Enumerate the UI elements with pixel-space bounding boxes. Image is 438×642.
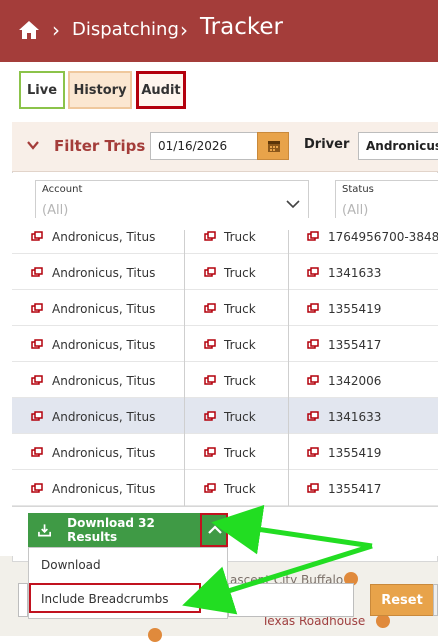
reset-button[interactable]: Reset: [370, 584, 434, 616]
home-icon[interactable]: [18, 19, 40, 41]
trip-cell: 1355417: [328, 482, 382, 496]
vehicle-cell: Truck: [224, 446, 256, 460]
trip-cell: 1355419: [328, 302, 382, 316]
account-select-label: Account: [42, 184, 83, 195]
copy-icon[interactable]: [204, 231, 216, 241]
copy-icon[interactable]: [307, 483, 319, 493]
chevron-up-icon: [208, 525, 222, 534]
copy-icon[interactable]: [307, 411, 319, 421]
search-input[interactable]: [18, 583, 28, 617]
trip-cell: 1355419: [328, 446, 382, 460]
calendar-button[interactable]: [257, 132, 289, 160]
vehicle-cell: Truck: [224, 230, 256, 244]
driver-label: Driver: [304, 137, 350, 152]
copy-icon[interactable]: [204, 483, 216, 493]
restaurant-pin-icon[interactable]: [148, 628, 162, 642]
trip-cell: 1355417: [328, 338, 382, 352]
status-select-label: Status: [342, 184, 374, 195]
copy-icon[interactable]: [204, 411, 216, 421]
copy-icon[interactable]: [31, 303, 43, 313]
driver-cell: Andronicus, Titus: [52, 446, 156, 460]
download-results-label: Download 32 Results: [67, 516, 155, 544]
vehicle-cell: Truck: [224, 302, 256, 316]
copy-icon[interactable]: [204, 267, 216, 277]
copy-icon[interactable]: [204, 447, 216, 457]
vehicle-cell: Truck: [224, 482, 256, 496]
breadcrumb-dispatching[interactable]: Dispatching: [72, 19, 179, 40]
date-field[interactable]: 01/16/2026: [150, 132, 258, 160]
driver-cell: Andronicus, Titus: [52, 410, 156, 424]
copy-icon[interactable]: [31, 231, 43, 241]
app-header: › Dispatching › Tracker: [0, 0, 438, 62]
tab-live[interactable]: Live: [19, 71, 65, 109]
driver-cell: Andronicus, Titus: [52, 230, 156, 244]
download-icon: [38, 524, 52, 537]
trip-cell: 1764956700-3848: [328, 230, 438, 244]
breadcrumb-separator-icon: ›: [180, 18, 188, 42]
column-divider: [288, 230, 289, 506]
tab-audit[interactable]: Audit: [136, 71, 186, 109]
calendar-icon: [268, 141, 280, 152]
vehicle-cell: Truck: [224, 410, 256, 424]
trip-cell: 1341633: [328, 266, 382, 280]
menu-item-download[interactable]: Download: [41, 558, 101, 572]
copy-icon[interactable]: [31, 483, 43, 493]
copy-icon[interactable]: [31, 375, 43, 385]
breadcrumb-separator-icon: ›: [52, 18, 60, 42]
chevron-down-icon: [286, 200, 300, 209]
download-options-toggle[interactable]: [200, 513, 228, 547]
driver-cell: Andronicus, Titus: [52, 266, 156, 280]
page-title: Tracker: [200, 14, 283, 40]
copy-icon[interactable]: [31, 447, 43, 457]
download-results-button[interactable]: Download 32 Results: [28, 513, 200, 547]
driver-cell: Andronicus, Titus: [52, 338, 156, 352]
copy-icon[interactable]: [307, 267, 319, 277]
copy-icon[interactable]: [307, 447, 319, 457]
status-select-value: (All): [342, 203, 369, 218]
vehicle-cell: Truck: [224, 266, 256, 280]
driver-cell: Andronicus, Titus: [52, 302, 156, 316]
copy-icon[interactable]: [307, 375, 319, 385]
driver-cell: Andronicus, Titus: [52, 374, 156, 388]
highlight-box: [29, 583, 201, 613]
tab-history[interactable]: History: [68, 71, 132, 109]
right-field[interactable]: [433, 584, 438, 616]
trip-cell: 1342006: [328, 374, 382, 388]
copy-icon[interactable]: [204, 339, 216, 349]
vehicle-cell: Truck: [224, 338, 256, 352]
column-divider: [184, 230, 185, 506]
account-select-value: (All): [42, 203, 69, 218]
search-input[interactable]: [228, 583, 354, 617]
copy-icon[interactable]: [307, 339, 319, 349]
trip-cell: 1341633: [328, 410, 382, 424]
tabs-bar: Live History Audit: [0, 62, 438, 120]
filter-title[interactable]: Filter Trips: [54, 137, 145, 155]
copy-icon[interactable]: [204, 303, 216, 313]
vehicle-cell: Truck: [224, 374, 256, 388]
chevron-down-icon[interactable]: [26, 138, 40, 152]
copy-icon[interactable]: [31, 411, 43, 421]
copy-icon[interactable]: [204, 375, 216, 385]
copy-icon[interactable]: [31, 339, 43, 349]
driver-field[interactable]: Andronicus, Titus: [358, 132, 438, 160]
restaurant-pin-icon[interactable]: [376, 614, 390, 628]
copy-icon[interactable]: [307, 231, 319, 241]
copy-icon[interactable]: [307, 303, 319, 313]
copy-icon[interactable]: [31, 267, 43, 277]
driver-cell: Andronicus, Titus: [52, 482, 156, 496]
